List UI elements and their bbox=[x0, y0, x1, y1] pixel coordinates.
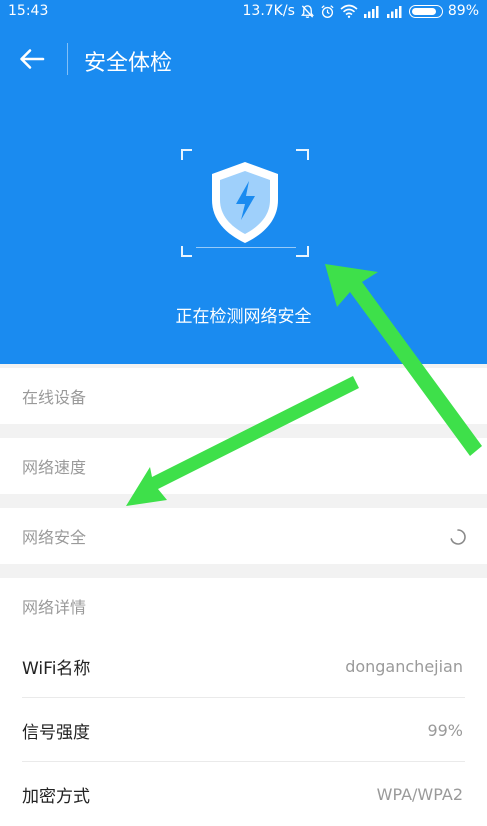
shield-lightning-icon bbox=[212, 162, 278, 243]
check-item-label: 网络安全 bbox=[22, 528, 87, 547]
net-speed: 13.7K/s bbox=[242, 3, 295, 19]
check-item-network-security: 网络安全 bbox=[0, 508, 487, 564]
detail-label: WiFi名称 bbox=[22, 658, 91, 679]
detail-row-encryption: 加密方式 WPA/WPA2 bbox=[0, 762, 487, 826]
scan-frame bbox=[180, 148, 310, 258]
cell-signal-2-icon bbox=[386, 5, 404, 18]
cell-signal-icon bbox=[363, 5, 381, 18]
alarm-clock-icon bbox=[320, 4, 335, 19]
header: 15:43 13.7K/s 89% 安全体检 正在检测网络安全 bbox=[0, 0, 487, 364]
detail-value: 99% bbox=[427, 720, 463, 740]
mute-bell-icon bbox=[300, 4, 315, 19]
check-item-online-devices: 在线设备 bbox=[0, 368, 487, 424]
arrow-left-icon bbox=[20, 49, 45, 69]
back-button[interactable] bbox=[14, 42, 50, 76]
status-icons: 13.7K/s 89% bbox=[243, 3, 480, 19]
status-bar: 15:43 13.7K/s 89% bbox=[0, 0, 487, 24]
detail-value: donganchejian bbox=[345, 656, 463, 676]
check-item-label: 在线设备 bbox=[22, 388, 87, 407]
details-section-label: 网络详情 bbox=[22, 598, 87, 617]
detail-label: 加密方式 bbox=[22, 786, 90, 807]
detail-row-wifi-name: WiFi名称 donganchejian bbox=[0, 634, 487, 698]
nav-divider bbox=[67, 43, 68, 75]
check-item-label: 网络速度 bbox=[22, 458, 87, 477]
scan-status-text: 正在检测网络安全 bbox=[175, 307, 312, 327]
scan-line bbox=[196, 247, 296, 248]
detail-label: 信号强度 bbox=[22, 722, 90, 743]
detail-value: WPA/WPA2 bbox=[376, 784, 463, 804]
check-item-network-speed: 网络速度 bbox=[0, 438, 487, 494]
battery-icon bbox=[408, 4, 443, 18]
details-section-title: 网络详情 bbox=[0, 578, 487, 634]
nav-bar: 安全体检 bbox=[0, 36, 487, 82]
battery-percent: 89% bbox=[447, 3, 479, 19]
status-time: 15:43 bbox=[8, 3, 49, 19]
battery-level bbox=[411, 7, 436, 15]
detail-row-signal-strength: 信号强度 99% bbox=[0, 698, 487, 762]
loading-spinner-icon bbox=[450, 529, 466, 545]
wifi-icon bbox=[340, 4, 358, 18]
page-title: 安全体检 bbox=[84, 51, 173, 76]
